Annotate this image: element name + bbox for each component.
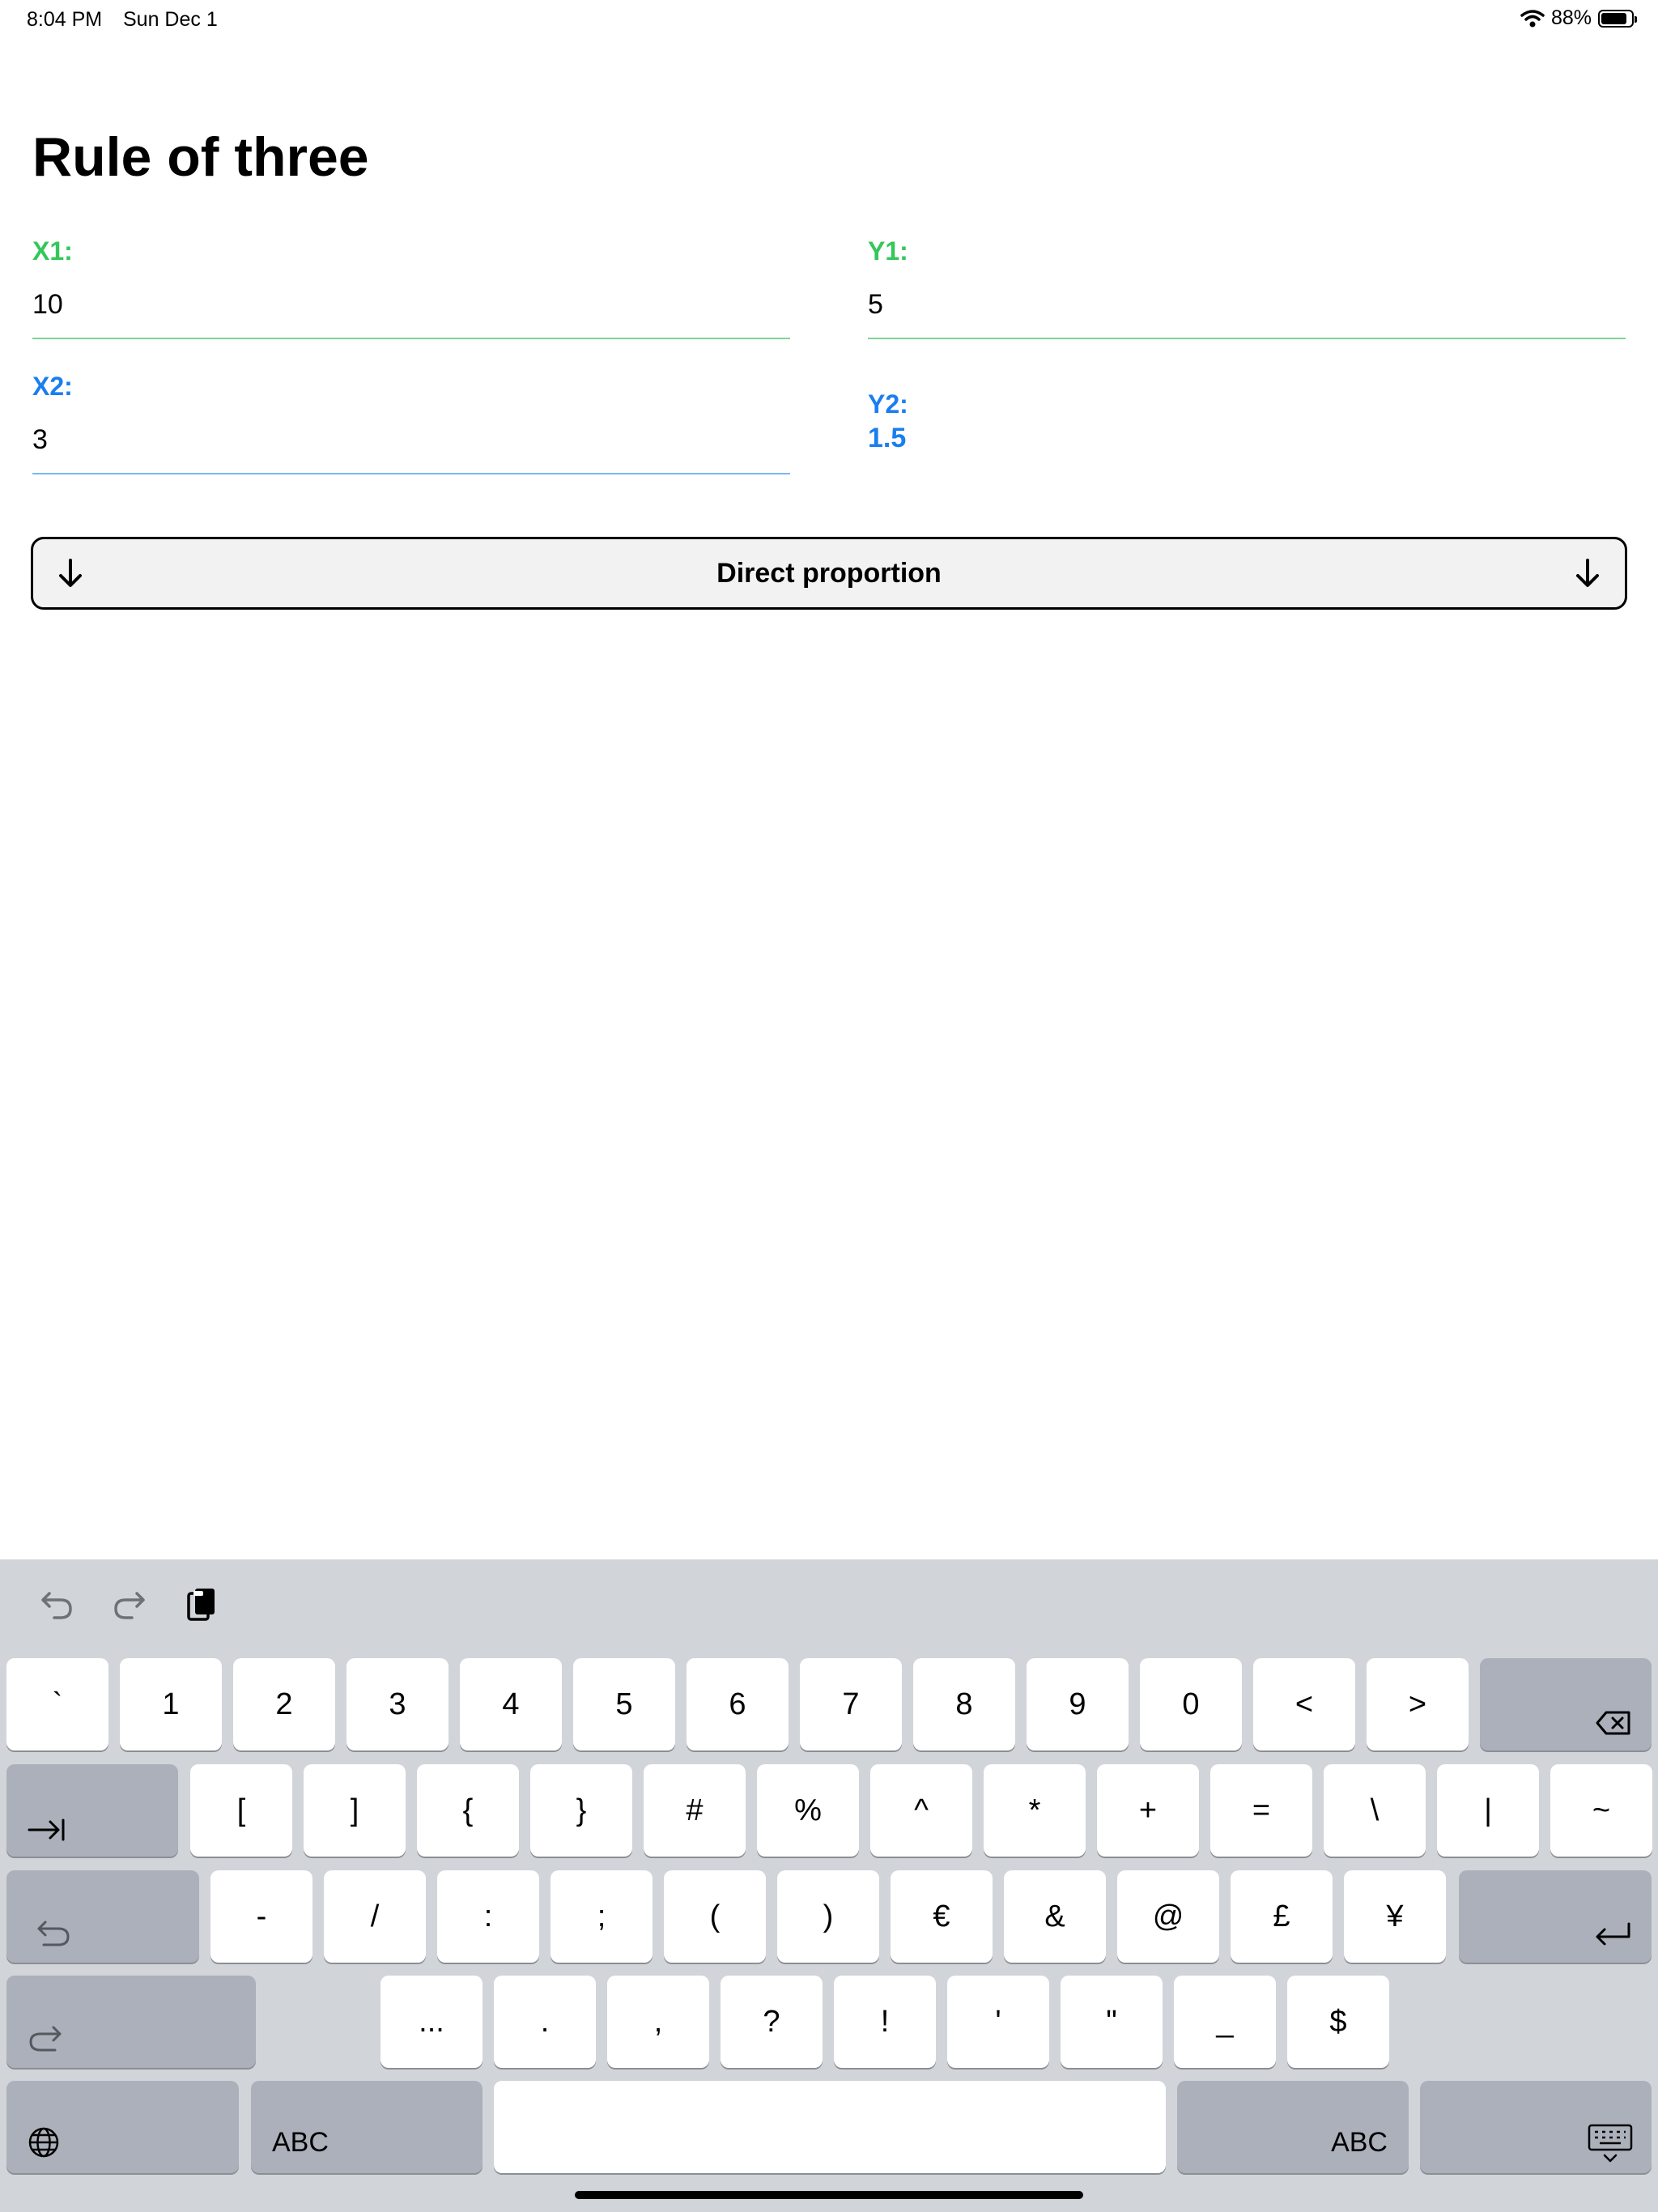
status-bar: 8:04 PM Sun Dec 1 88% bbox=[0, 0, 1658, 39]
key-row4-6[interactable]: " bbox=[1061, 1976, 1163, 2068]
keyboard-dismiss-icon bbox=[1588, 2124, 1633, 2163]
key-row3-5[interactable]: ) bbox=[777, 1870, 879, 1963]
y1-input[interactable]: 5 bbox=[868, 289, 883, 321]
y2-label: Y2: bbox=[868, 389, 908, 419]
key-row1-9[interactable]: 9 bbox=[1027, 1658, 1129, 1750]
x2-input[interactable]: 3 bbox=[32, 424, 48, 456]
key-row4-8[interactable]: $ bbox=[1287, 1976, 1389, 2068]
status-date: Sun Dec 1 bbox=[123, 8, 218, 31]
undo-icon[interactable] bbox=[36, 1584, 77, 1624]
x1-underline bbox=[32, 338, 790, 339]
y1-field[interactable]: Y1: 5 bbox=[868, 236, 1626, 342]
keyboard: ` 1 2 3 4 5 6 7 8 9 0 < > []{} #% ^ * + = \ | ~ - /:;() € & @ £ ¥...… bbox=[0, 1559, 1658, 2212]
key-row2-4[interactable]: # bbox=[644, 1764, 746, 1857]
tab-key[interactable] bbox=[6, 1764, 178, 1857]
key-row2-9[interactable]: = bbox=[1210, 1764, 1312, 1857]
undo-key[interactable] bbox=[6, 1870, 199, 1963]
x1-field[interactable]: X1: 10 bbox=[32, 236, 790, 342]
undo-key-icon bbox=[37, 1921, 70, 1946]
key-row2-0[interactable]: [ bbox=[190, 1764, 292, 1857]
key-row2-6[interactable]: ^ bbox=[870, 1764, 972, 1857]
abc-key-left[interactable]: ABC bbox=[251, 2081, 483, 2173]
redo-key-icon bbox=[29, 2026, 62, 2052]
key-row1-7[interactable]: 7 bbox=[800, 1658, 902, 1750]
clipboard-icon[interactable] bbox=[181, 1584, 222, 1624]
space-key[interactable] bbox=[494, 2081, 1166, 2173]
key-row1-6[interactable]: 6 bbox=[687, 1658, 789, 1750]
key-row4-4[interactable]: ! bbox=[834, 1976, 936, 2068]
y2-result: Y2: 1.5 bbox=[868, 389, 1626, 454]
key-row3-1[interactable]: / bbox=[324, 1870, 426, 1963]
abc-key-right[interactable]: ABC bbox=[1177, 2081, 1409, 2173]
x1-input[interactable]: 10 bbox=[32, 289, 63, 321]
status-time: 8:04 PM bbox=[27, 8, 103, 31]
direct-proportion-button[interactable]: Direct proportion bbox=[31, 537, 1627, 610]
keyboard-dismiss-key[interactable] bbox=[1420, 2081, 1652, 2173]
key-row2-2[interactable]: { bbox=[417, 1764, 519, 1857]
key-row2-11[interactable]: | bbox=[1437, 1764, 1539, 1857]
key-row3-9[interactable]: £ bbox=[1231, 1870, 1333, 1963]
key-row2-5[interactable]: % bbox=[757, 1764, 859, 1857]
home-indicator bbox=[575, 2191, 1083, 2199]
battery-fill bbox=[1601, 12, 1627, 24]
key-row4-2[interactable]: , bbox=[607, 1976, 709, 2068]
key-row2-8[interactable]: + bbox=[1097, 1764, 1199, 1857]
key-row2-10[interactable]: \ bbox=[1324, 1764, 1426, 1857]
globe-icon bbox=[28, 2127, 59, 2158]
battery-percent: 88% bbox=[1550, 6, 1592, 29]
key-row1-12[interactable]: > bbox=[1367, 1658, 1469, 1750]
key-row4-3[interactable]: ? bbox=[721, 1976, 823, 2068]
key-row3-6[interactable]: € bbox=[891, 1870, 993, 1963]
key-row3-3[interactable]: ; bbox=[551, 1870, 653, 1963]
battery-icon bbox=[1598, 9, 1637, 28]
key-row2-7[interactable]: * bbox=[984, 1764, 1086, 1857]
key-row1-4[interactable]: 4 bbox=[460, 1658, 562, 1750]
x2-underline bbox=[32, 473, 790, 474]
x2-label: X2: bbox=[32, 372, 73, 401]
key-row1-2[interactable]: 2 bbox=[233, 1658, 335, 1750]
return-key[interactable] bbox=[1459, 1870, 1652, 1963]
key-row1-5[interactable]: 5 bbox=[573, 1658, 675, 1750]
arrow-down-icon bbox=[1576, 559, 1599, 587]
key-row1-10[interactable]: 0 bbox=[1140, 1658, 1242, 1750]
redo-key[interactable] bbox=[6, 1976, 256, 2068]
y2-value: 1.5 bbox=[868, 423, 907, 453]
key-row3-10[interactable]: ¥ bbox=[1344, 1870, 1446, 1963]
arrow-down-icon bbox=[59, 559, 82, 587]
key-row4-7[interactable]: _ bbox=[1174, 1976, 1276, 2068]
y1-underline bbox=[868, 338, 1626, 339]
x2-field[interactable]: X2: 3 bbox=[32, 372, 790, 477]
key-row3-4[interactable]: ( bbox=[664, 1870, 766, 1963]
key-row1-8[interactable]: 8 bbox=[913, 1658, 1015, 1750]
key-row1-11[interactable]: < bbox=[1253, 1658, 1355, 1750]
key-row1-3[interactable]: 3 bbox=[346, 1658, 449, 1750]
key-row3-0[interactable]: - bbox=[210, 1870, 312, 1963]
key-row2-1[interactable]: ] bbox=[304, 1764, 406, 1857]
key-row1-0[interactable]: ` bbox=[6, 1658, 108, 1750]
wifi-icon bbox=[1520, 9, 1545, 27]
x1-label: X1: bbox=[32, 236, 73, 266]
abc-key-left-label: ABC bbox=[272, 2127, 329, 2158]
key-row3-7[interactable]: & bbox=[1004, 1870, 1106, 1963]
key-row2-12[interactable]: ~ bbox=[1550, 1764, 1652, 1857]
return-icon bbox=[1596, 1922, 1630, 1946]
delete-icon bbox=[1596, 1711, 1630, 1735]
redo-icon[interactable] bbox=[109, 1584, 150, 1624]
tab-icon bbox=[28, 1819, 65, 1841]
page-title: Rule of three bbox=[32, 126, 369, 188]
key-row1-1[interactable]: 1 bbox=[120, 1658, 222, 1750]
abc-key-right-label: ABC bbox=[1331, 2127, 1388, 2158]
y1-label: Y1: bbox=[868, 236, 908, 266]
globe-key[interactable] bbox=[6, 2081, 239, 2173]
proportion-label: Direct proportion bbox=[716, 557, 942, 589]
delete-key[interactable] bbox=[1480, 1658, 1652, 1750]
key-row4-5[interactable]: ' bbox=[947, 1976, 1049, 2068]
status-right: 88% bbox=[1520, 6, 1637, 30]
key-row3-8[interactable]: @ bbox=[1117, 1870, 1219, 1963]
key-row4-0[interactable]: ... bbox=[380, 1976, 483, 2068]
key-row2-3[interactable]: } bbox=[530, 1764, 632, 1857]
key-row3-2[interactable]: : bbox=[437, 1870, 539, 1963]
key-row4-1[interactable]: . bbox=[494, 1976, 596, 2068]
